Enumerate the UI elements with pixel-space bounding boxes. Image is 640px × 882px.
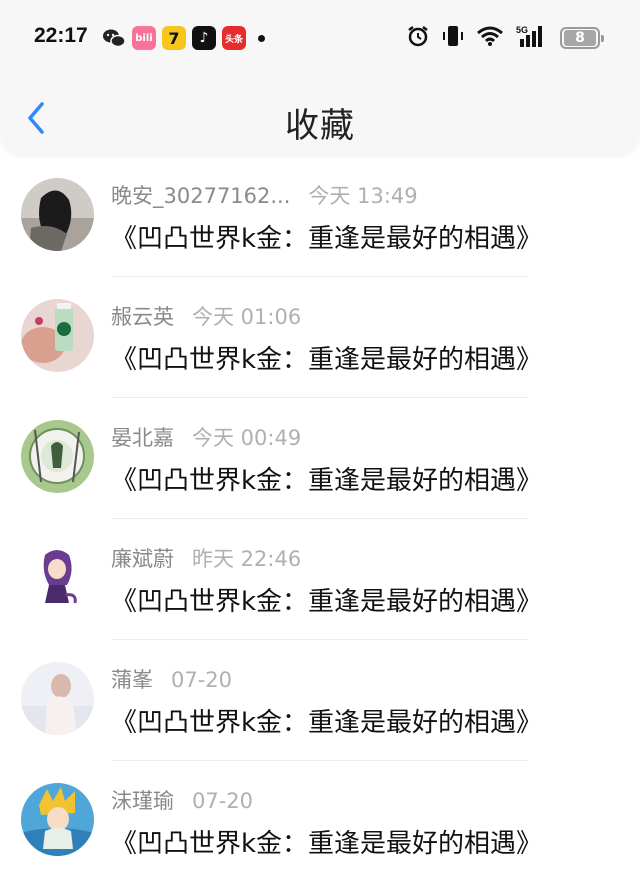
user-name: 晏北嘉 xyxy=(111,426,174,450)
avatar[interactable] xyxy=(21,178,94,251)
page-title: 收藏 xyxy=(285,106,355,146)
more-notifications-dot xyxy=(258,34,265,42)
seven-cats-icon: 7 xyxy=(162,26,186,50)
user-name: 晚安_30277162... xyxy=(111,184,291,208)
list-item[interactable]: 晚安_30277162... 今天 13:49 《凹凸世界k金：重逢是最好的相遇》 xyxy=(0,156,640,277)
user-name: 赧云英 xyxy=(111,305,174,329)
timestamp: 07-20 xyxy=(192,789,254,813)
tiktok-icon: ♪ xyxy=(192,26,216,50)
favorite-title[interactable]: 《凹凸世界k金：重逢是最好的相遇》 xyxy=(111,460,542,497)
svg-text:5G: 5G xyxy=(516,25,528,35)
status-bar: 22:17 bili 7 ♪ 头条 5G 8 xyxy=(0,0,640,76)
timestamp: 07-20 xyxy=(171,668,233,692)
timestamp: 今天 13:49 xyxy=(308,184,418,208)
notification-icons: bili 7 ♪ 头条 xyxy=(102,26,265,50)
favorite-title[interactable]: 《凹凸世界k金：重逢是最好的相遇》 xyxy=(111,823,542,860)
list-item[interactable]: 廉斌蔚 昨天 22:46 《凹凸世界k金：重逢是最好的相遇》 xyxy=(0,519,640,640)
list-item[interactable]: 蒲峯 07-20 《凹凸世界k金：重逢是最好的相遇》 xyxy=(0,640,640,761)
avatar[interactable] xyxy=(21,420,94,493)
wechat-icon xyxy=(102,26,126,50)
bilibili-icon: bili xyxy=(132,26,156,50)
list-item[interactable]: 晏北嘉 今天 00:49 《凹凸世界k金：重逢是最好的相遇》 xyxy=(0,398,640,519)
system-status-icons: 5G 8 xyxy=(406,24,604,52)
favorite-title[interactable]: 《凹凸世界k金：重逢是最好的相遇》 xyxy=(111,218,542,255)
signal-5g-icon: 5G xyxy=(516,24,548,52)
header-bar: 收藏 xyxy=(0,76,640,156)
timestamp: 今天 00:49 xyxy=(192,426,302,450)
timestamp: 今天 01:06 xyxy=(192,305,302,329)
toutiao-icon: 头条 xyxy=(222,26,246,50)
battery-level: 8 xyxy=(564,30,596,46)
user-name: 廉斌蔚 xyxy=(111,547,174,571)
user-name: 沫瑾瑜 xyxy=(111,789,174,813)
clock: 22:17 xyxy=(34,24,88,47)
avatar[interactable] xyxy=(21,783,94,856)
vibrate-icon xyxy=(442,24,464,52)
wifi-icon xyxy=(476,25,504,51)
favorite-title[interactable]: 《凹凸世界k金：重逢是最好的相遇》 xyxy=(111,702,542,739)
avatar[interactable] xyxy=(21,299,94,372)
favorite-title[interactable]: 《凹凸世界k金：重逢是最好的相遇》 xyxy=(111,339,542,376)
list-item[interactable]: 沫瑾瑜 07-20 《凹凸世界k金：重逢是最好的相遇》 xyxy=(0,761,640,882)
list-item[interactable]: 赧云英 今天 01:06 《凹凸世界k金：重逢是最好的相遇》 xyxy=(0,277,640,398)
alarm-icon xyxy=(406,24,430,52)
battery-icon: 8 xyxy=(560,27,604,49)
avatar[interactable] xyxy=(21,541,94,614)
timestamp: 昨天 22:46 xyxy=(192,547,302,571)
user-name: 蒲峯 xyxy=(111,668,153,692)
avatar[interactable] xyxy=(21,662,94,735)
favorites-list: 晚安_30277162... 今天 13:49 《凹凸世界k金：重逢是最好的相遇》… xyxy=(0,156,640,882)
favorite-title[interactable]: 《凹凸世界k金：重逢是最好的相遇》 xyxy=(111,581,542,618)
